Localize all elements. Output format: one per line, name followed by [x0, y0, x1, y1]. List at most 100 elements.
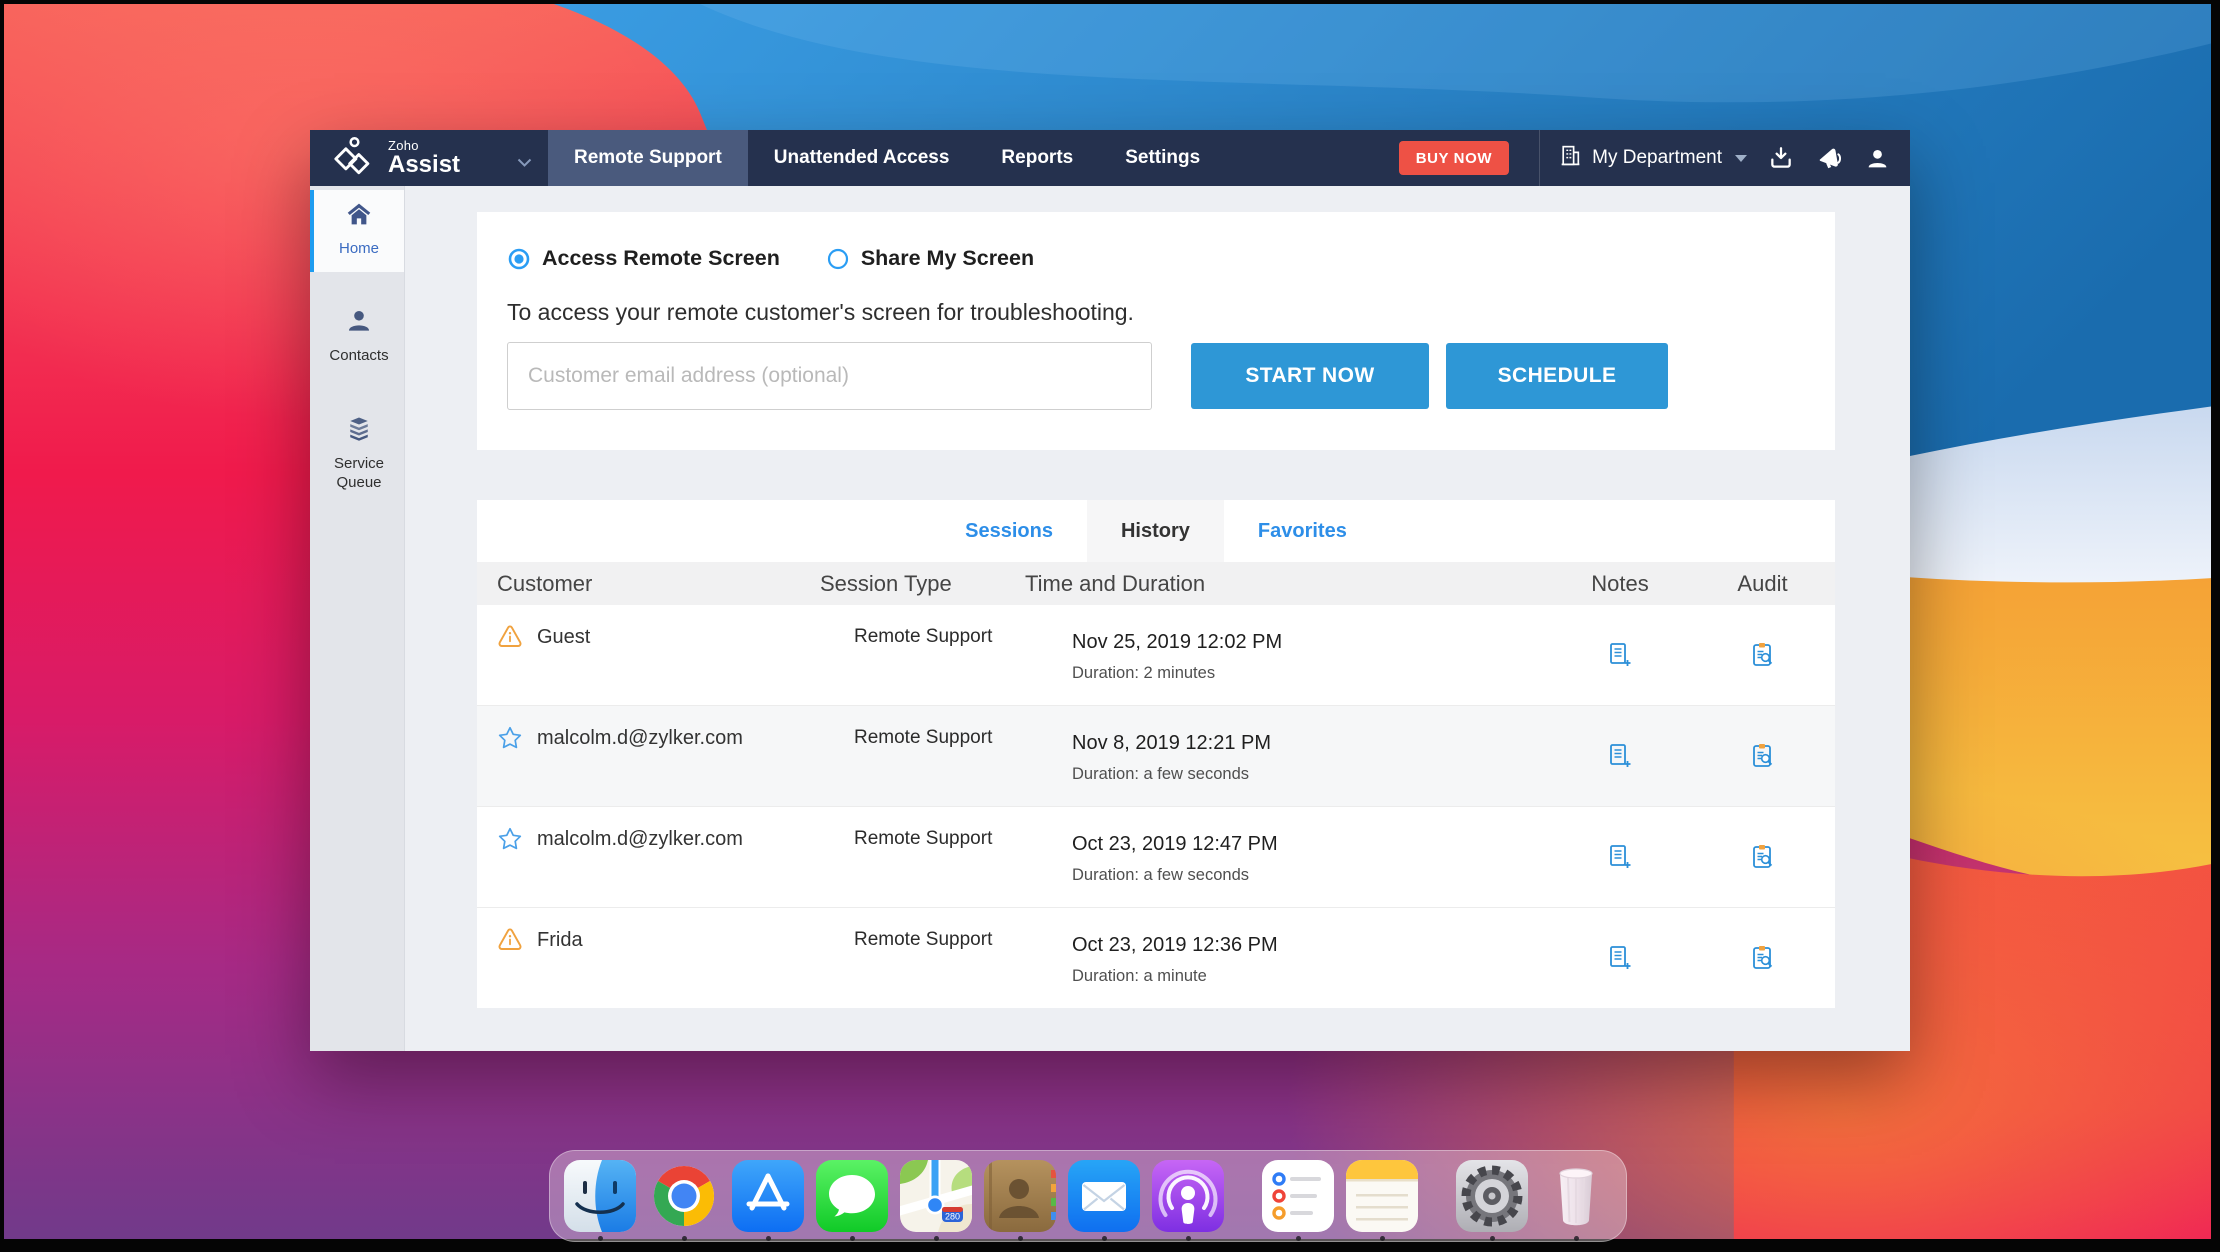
star-icon	[498, 726, 522, 749]
session-type: Remote Support	[854, 929, 993, 950]
app-store-icon	[732, 1160, 804, 1232]
session-time: Oct 23, 2019 12:47 PM	[1072, 833, 1278, 855]
session-type: Remote Support	[854, 828, 993, 849]
notes-icon	[1610, 643, 1631, 666]
messages-icon	[816, 1160, 888, 1232]
tab-remote-support[interactable]: Remote Support	[548, 130, 748, 186]
dock-messages[interactable]	[816, 1160, 888, 1241]
table-row[interactable]: malcolm.d@zylker.com Remote Support Oct …	[477, 806, 1835, 907]
history-tabs: Sessions History Favorites	[477, 500, 1835, 562]
col-customer: Customer	[497, 570, 593, 596]
session-type: Remote Support	[854, 626, 993, 647]
svg-text:280: 280	[945, 1212, 960, 1222]
audit-button[interactable]	[1705, 706, 1820, 806]
finder-icon	[564, 1160, 636, 1232]
table-row[interactable]: Guest Remote Support Nov 25, 2019 12:02 …	[477, 605, 1835, 705]
buy-now-button[interactable]: BUY NOW	[1398, 141, 1510, 175]
desktop-screen: Zoho Assist Remote Support Unattended Ac…	[0, 0, 2220, 1252]
podcasts-icon	[1152, 1160, 1224, 1232]
dock-mail[interactable]	[1068, 1160, 1140, 1241]
table-row[interactable]: Frida Remote Support Oct 23, 2019 12:36 …	[477, 907, 1835, 1008]
session-duration: Duration: a few seconds	[1072, 866, 1250, 884]
department-label: My Department	[1592, 147, 1722, 168]
audit-button[interactable]	[1705, 605, 1820, 705]
reminders-icon	[1262, 1160, 1334, 1232]
audit-icon	[1752, 744, 1772, 767]
sidebar-item-service-queue[interactable]: Service Queue	[310, 403, 404, 505]
contacts-icon	[984, 1160, 1056, 1232]
radio-selected-icon	[508, 248, 530, 269]
session-duration: Duration: 2 minutes	[1072, 664, 1216, 682]
sidebar-item-label: Service Queue	[333, 454, 385, 491]
dock-podcasts[interactable]	[1152, 1160, 1224, 1241]
window-body: Home Contacts Service Queue Access Remot…	[310, 186, 1910, 1051]
warning-icon	[498, 928, 522, 950]
notes-icon	[1610, 946, 1631, 969]
chrome-icon	[653, 1165, 715, 1226]
dock-trash[interactable]	[1540, 1160, 1612, 1241]
table-header: Customer Session Type Time and Duration …	[477, 562, 1835, 605]
contacts-icon	[345, 307, 373, 341]
schedule-button[interactable]: SCHEDULE	[1446, 343, 1668, 409]
trash-icon	[1559, 1168, 1593, 1226]
customer-email-input[interactable]	[507, 342, 1152, 410]
notes-icon	[1610, 744, 1631, 767]
navbar-right: BUY NOW My Department	[1398, 130, 1910, 186]
dock-reminders[interactable]	[1262, 1160, 1334, 1241]
start-now-button[interactable]: START NOW	[1191, 343, 1429, 409]
sessions-history-card: Sessions History Favorites Customer Sess…	[477, 500, 1835, 1008]
col-notes: Notes	[1591, 570, 1649, 596]
radio-unselected-icon	[827, 248, 848, 269]
department-selector[interactable]: My Department	[1540, 143, 1757, 174]
sidebar-item-contacts[interactable]: Contacts	[310, 296, 404, 380]
customer-name: Frida	[537, 929, 583, 951]
star-icon	[498, 827, 522, 850]
audit-button[interactable]	[1705, 807, 1820, 907]
notes-icon-app	[1346, 1160, 1418, 1232]
table-row[interactable]: malcolm.d@zylker.com Remote Support Nov …	[477, 705, 1835, 806]
download-button[interactable]	[1757, 145, 1805, 171]
sidebar-item-home[interactable]: Home	[310, 190, 404, 272]
dock-contacts[interactable]	[984, 1160, 1056, 1241]
radio-label: Share My Screen	[860, 246, 1035, 270]
customer-name: Guest	[537, 626, 591, 648]
audit-icon	[1752, 643, 1772, 666]
dock-system-preferences[interactable]	[1456, 1160, 1528, 1241]
tab-sessions[interactable]: Sessions	[931, 500, 1087, 562]
radio-access-remote-screen[interactable]: Access Remote Screen	[507, 246, 780, 271]
session-time: Nov 25, 2019 12:02 PM	[1072, 631, 1283, 653]
sidebar-item-label: Contacts	[329, 347, 389, 365]
tab-unattended-access[interactable]: Unattended Access	[748, 130, 976, 186]
department-icon	[1558, 143, 1583, 174]
notes-button[interactable]	[1535, 706, 1705, 806]
session-time: Oct 23, 2019 12:36 PM	[1072, 934, 1278, 956]
radio-share-my-screen[interactable]: Share My Screen	[826, 246, 1034, 271]
audit-button[interactable]	[1705, 908, 1820, 1008]
tab-reports[interactable]: Reports	[975, 130, 1099, 186]
tab-history[interactable]: History	[1086, 500, 1224, 562]
session-duration: Duration: a minute	[1072, 967, 1207, 985]
macos-dock: 280	[549, 1150, 1627, 1242]
notes-button[interactable]	[1535, 605, 1705, 705]
dock-chrome[interactable]	[648, 1160, 720, 1241]
dock-maps[interactable]: 280	[900, 1160, 972, 1241]
session-type: Remote Support	[854, 727, 993, 748]
customer-name: malcolm.d@zylker.com	[537, 727, 743, 749]
announcements-button[interactable]	[1805, 145, 1854, 172]
table-body: Guest Remote Support Nov 25, 2019 12:02 …	[477, 605, 1835, 1008]
user-profile-button[interactable]	[1854, 146, 1910, 171]
dock-app-store[interactable]	[732, 1160, 804, 1241]
session-duration: Duration: a few seconds	[1072, 765, 1250, 783]
brand-product: Assist	[388, 151, 461, 179]
caret-down-icon	[1735, 154, 1747, 162]
dock-finder[interactable]	[564, 1160, 636, 1241]
dock-separator	[1430, 1160, 1444, 1232]
notes-button[interactable]	[1535, 807, 1705, 907]
system-preferences-icon	[1456, 1160, 1528, 1232]
tab-settings[interactable]: Settings	[1099, 130, 1226, 186]
brand-block[interactable]: Zoho Assist	[310, 130, 548, 186]
notes-button[interactable]	[1535, 908, 1705, 1008]
chevron-down-icon[interactable]	[517, 154, 532, 172]
dock-notes[interactable]	[1346, 1160, 1418, 1241]
tab-favorites[interactable]: Favorites	[1224, 500, 1381, 562]
